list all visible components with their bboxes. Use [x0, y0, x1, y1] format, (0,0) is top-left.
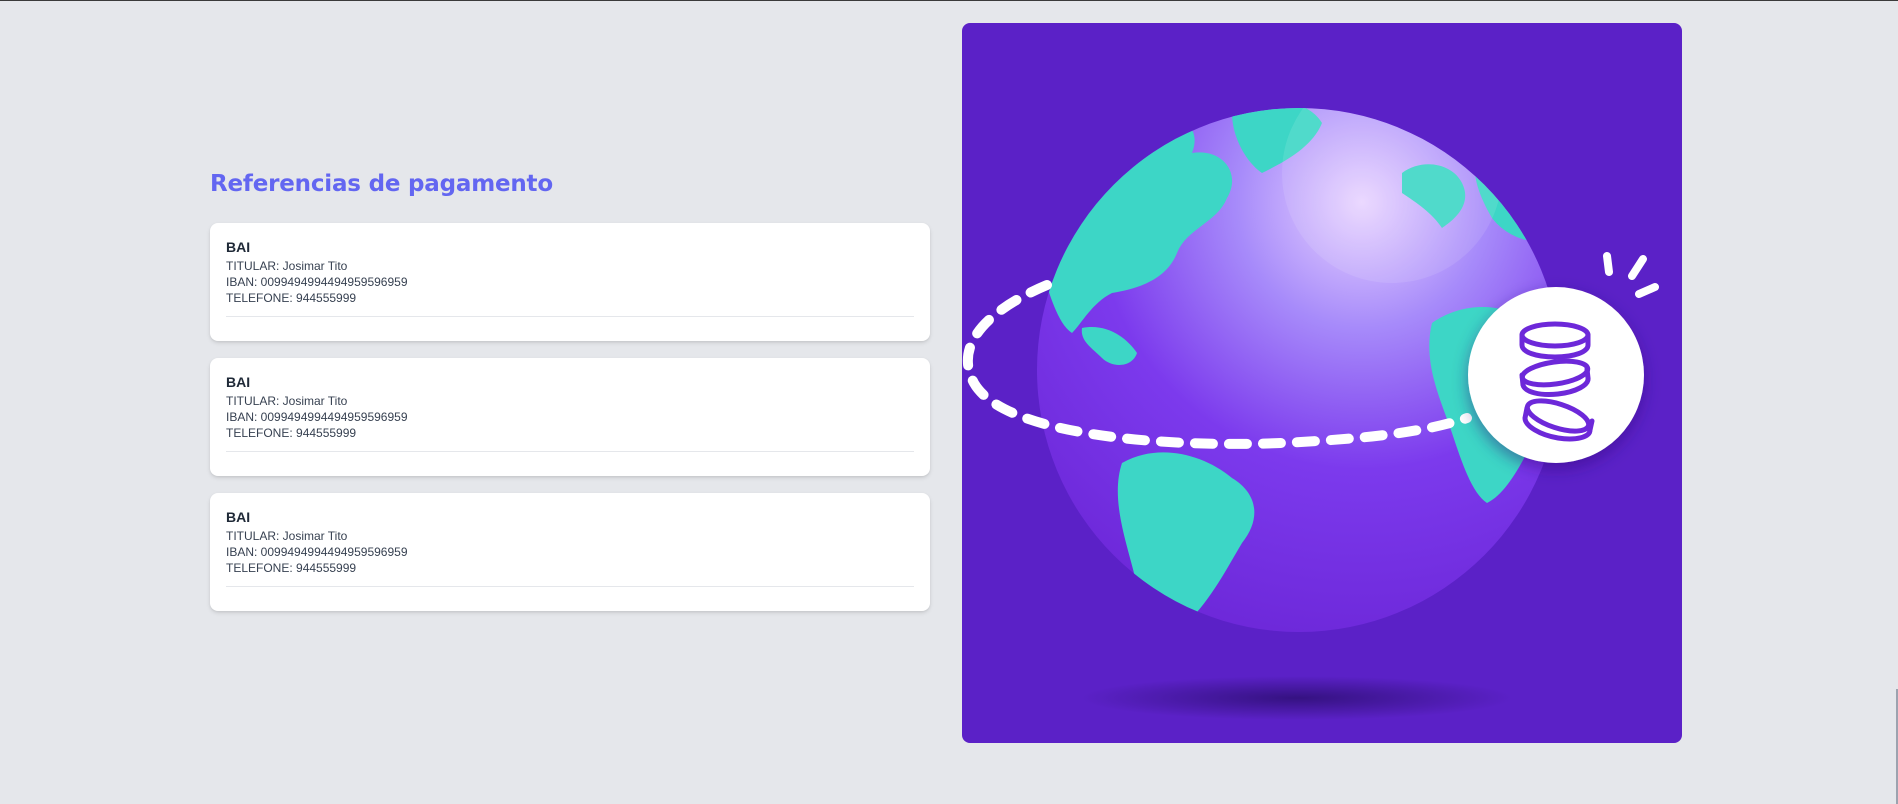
- phone-number: TELEFONE: 944555999: [226, 426, 357, 440]
- iban-number: IBAN: 0099494994494959596959: [226, 545, 408, 559]
- card-divider: [226, 586, 914, 587]
- globe-with-coins-icon: [963, 108, 1659, 720]
- payment-reference-list: BAI TITULAR: Josimar Tito IBAN: 00994949…: [210, 223, 930, 611]
- payment-reference-card: BAI TITULAR: Josimar Tito IBAN: 00994949…: [210, 493, 930, 611]
- sparkle-icon: [1603, 252, 1659, 298]
- card-divider: [226, 451, 914, 452]
- account-holder: TITULAR: Josimar Tito: [226, 529, 348, 543]
- iban-number: IBAN: 0099494994494959596959: [226, 275, 408, 289]
- account-holder: TITULAR: Josimar Tito: [226, 259, 348, 273]
- payment-reference-card: BAI TITULAR: Josimar Tito IBAN: 00994949…: [210, 223, 930, 341]
- bank-name: BAI: [226, 374, 251, 390]
- account-holder: TITULAR: Josimar Tito: [226, 394, 348, 408]
- payment-reference-card: BAI TITULAR: Josimar Tito IBAN: 00994949…: [210, 358, 930, 476]
- phone-number: TELEFONE: 944555999: [226, 291, 357, 305]
- globe-shadow: [1082, 676, 1512, 720]
- iban-number: IBAN: 0099494994494959596959: [226, 410, 408, 424]
- bank-name: BAI: [226, 509, 251, 525]
- hero-illustration-panel: [962, 23, 1682, 743]
- payment-references-section: Referencias de pagamento BAI TITULAR: Jo…: [210, 171, 930, 611]
- phone-number: TELEFONE: 944555999: [226, 561, 357, 575]
- page: Referencias de pagamento BAI TITULAR: Jo…: [0, 0, 1898, 804]
- bank-name: BAI: [226, 239, 251, 255]
- card-divider: [226, 316, 914, 317]
- page-title: Referencias de pagamento: [210, 171, 553, 197]
